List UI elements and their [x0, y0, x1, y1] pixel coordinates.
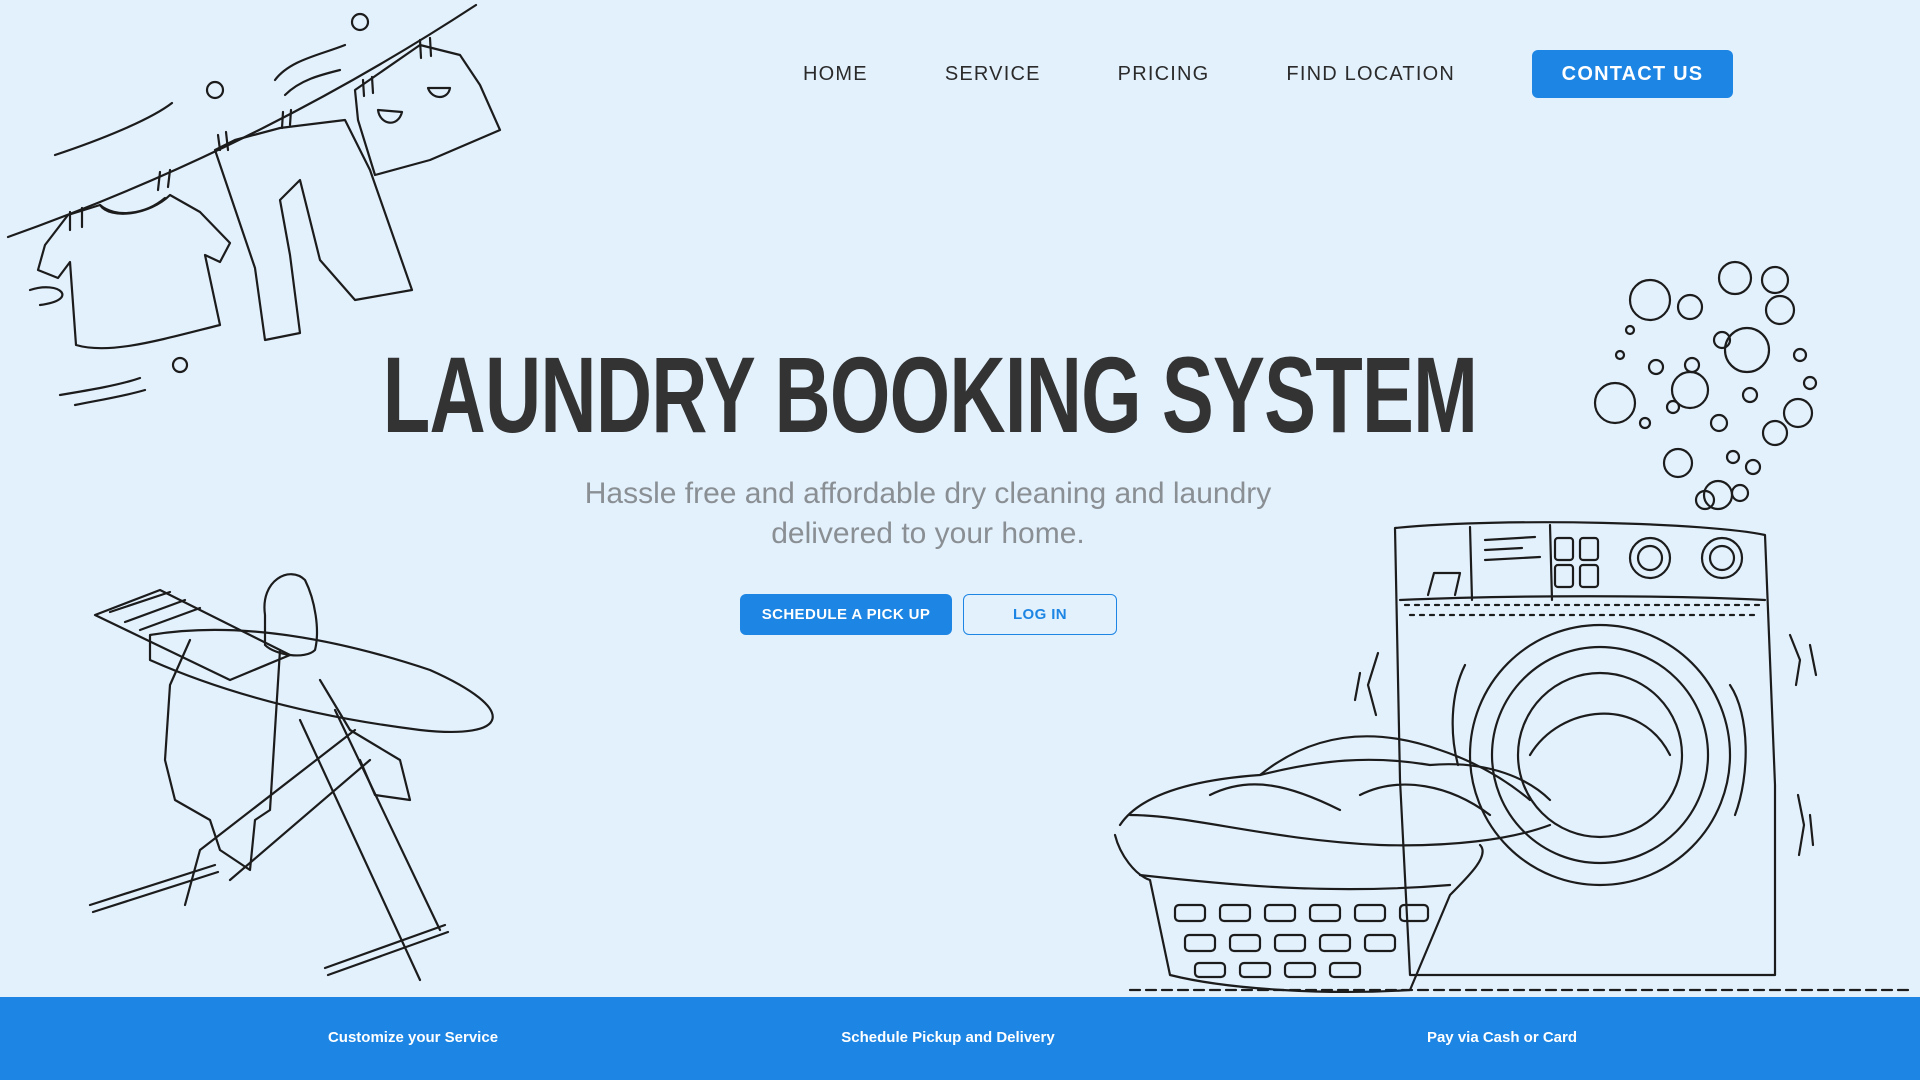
nav-item-find-location[interactable]: FIND LOCATION: [1286, 63, 1455, 86]
nav-item-home[interactable]: HOME: [803, 63, 868, 86]
login-button[interactable]: LOG IN: [963, 594, 1117, 635]
schedule-pickup-button[interactable]: SCHEDULE A PICK UP: [740, 594, 952, 635]
feature-schedule-pickup: Schedule Pickup and Delivery: [841, 1029, 1055, 1046]
hero-subtitle: Hassle free and affordable dry cleaning …: [584, 477, 1272, 550]
feature-customize-service: Customize your Service: [327, 1029, 499, 1046]
laundry-basket-illustration: [1113, 735, 1552, 993]
ironing-board-illustration: [88, 573, 494, 982]
soap-bubbles-illustration: [1593, 260, 1818, 511]
hero-actions: SCHEDULE A PICK UP LOG IN: [740, 594, 1117, 635]
features-bar: Customize your Service Schedule Pickup a…: [0, 997, 1920, 1080]
nav-item-service[interactable]: SERVICE: [945, 63, 1041, 86]
top-navigation: HOME SERVICE PRICING FIND LOCATION CONTA…: [803, 50, 1733, 98]
contact-us-button[interactable]: CONTACT US: [1531, 50, 1733, 98]
feature-payment: Pay via Cash or Card: [1426, 1029, 1578, 1046]
hero-title: LAUNDRY BOOKING SYSTEM: [382, 334, 1478, 455]
nav-item-pricing[interactable]: PRICING: [1118, 63, 1210, 86]
